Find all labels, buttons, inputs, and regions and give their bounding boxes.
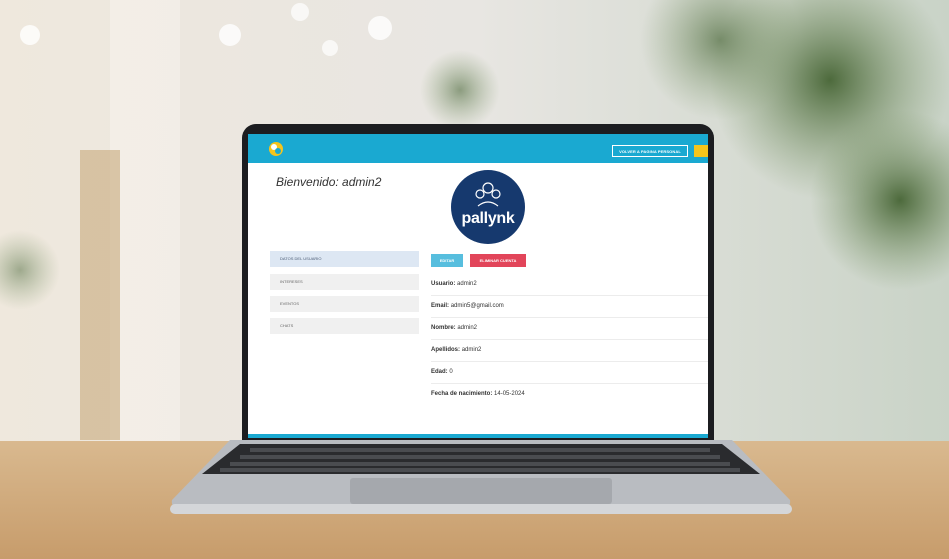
app-logo-icon[interactable] <box>268 141 284 157</box>
field-usuario: Usuario: admin2 <box>431 273 708 296</box>
delete-account-button[interactable]: ELIMINAR CUENTA <box>470 254 526 267</box>
sidebar-item-datos-usuario[interactable]: DATOS DEL USUARIO <box>270 251 419 267</box>
field-apellidos: Apellidos: admin2 <box>431 339 708 362</box>
users-icon <box>475 182 501 207</box>
field-label: Usuario: <box>431 281 456 287</box>
field-label: Email: <box>431 303 450 309</box>
field-value: admin2 <box>457 281 477 287</box>
field-label: Edad: <box>431 369 448 375</box>
field-value: admin2 <box>461 347 482 353</box>
field-value: admin2 <box>457 325 478 331</box>
field-fecha-nacimiento: Fecha de nacimiento: 14-05-2024 <box>431 383 708 405</box>
field-value: admin5@gmail.com <box>450 303 504 309</box>
logo-text: pallynk <box>461 210 515 227</box>
field-label: Apellidos: <box>431 347 461 353</box>
field-edad: Edad: 0 <box>431 361 708 384</box>
field-email: Email: admin5@gmail.com <box>431 295 708 318</box>
welcome-heading: Bienvenido: admin2 <box>276 175 382 189</box>
field-label: Fecha de nacimiento: <box>431 391 493 397</box>
field-value: 0 <box>449 369 453 375</box>
footer-bar <box>248 434 708 438</box>
top-navbar: VOLVER A PAGINA PERSONAL <box>248 134 708 163</box>
back-to-personal-page-button[interactable]: VOLVER A PAGINA PERSONAL <box>612 145 688 157</box>
sidebar-item-chats[interactable]: CHATS <box>270 318 419 334</box>
profile-avatar: pallynk <box>451 170 525 244</box>
edit-button[interactable]: EDITAR <box>431 254 463 267</box>
laptop-screen: VOLVER A PAGINA PERSONAL Bienvenido: adm… <box>248 134 708 438</box>
logout-button[interactable] <box>694 145 708 157</box>
field-value: 14-05-2024 <box>494 391 525 397</box>
laptop-keyboard-base <box>170 440 792 514</box>
sidebar-item-intereses[interactable]: INTERESES <box>270 274 419 290</box>
sidebar-item-eventos[interactable]: EVENTOS <box>270 296 419 312</box>
field-label: Nombre: <box>431 325 456 331</box>
field-nombre: Nombre: admin2 <box>431 317 708 340</box>
